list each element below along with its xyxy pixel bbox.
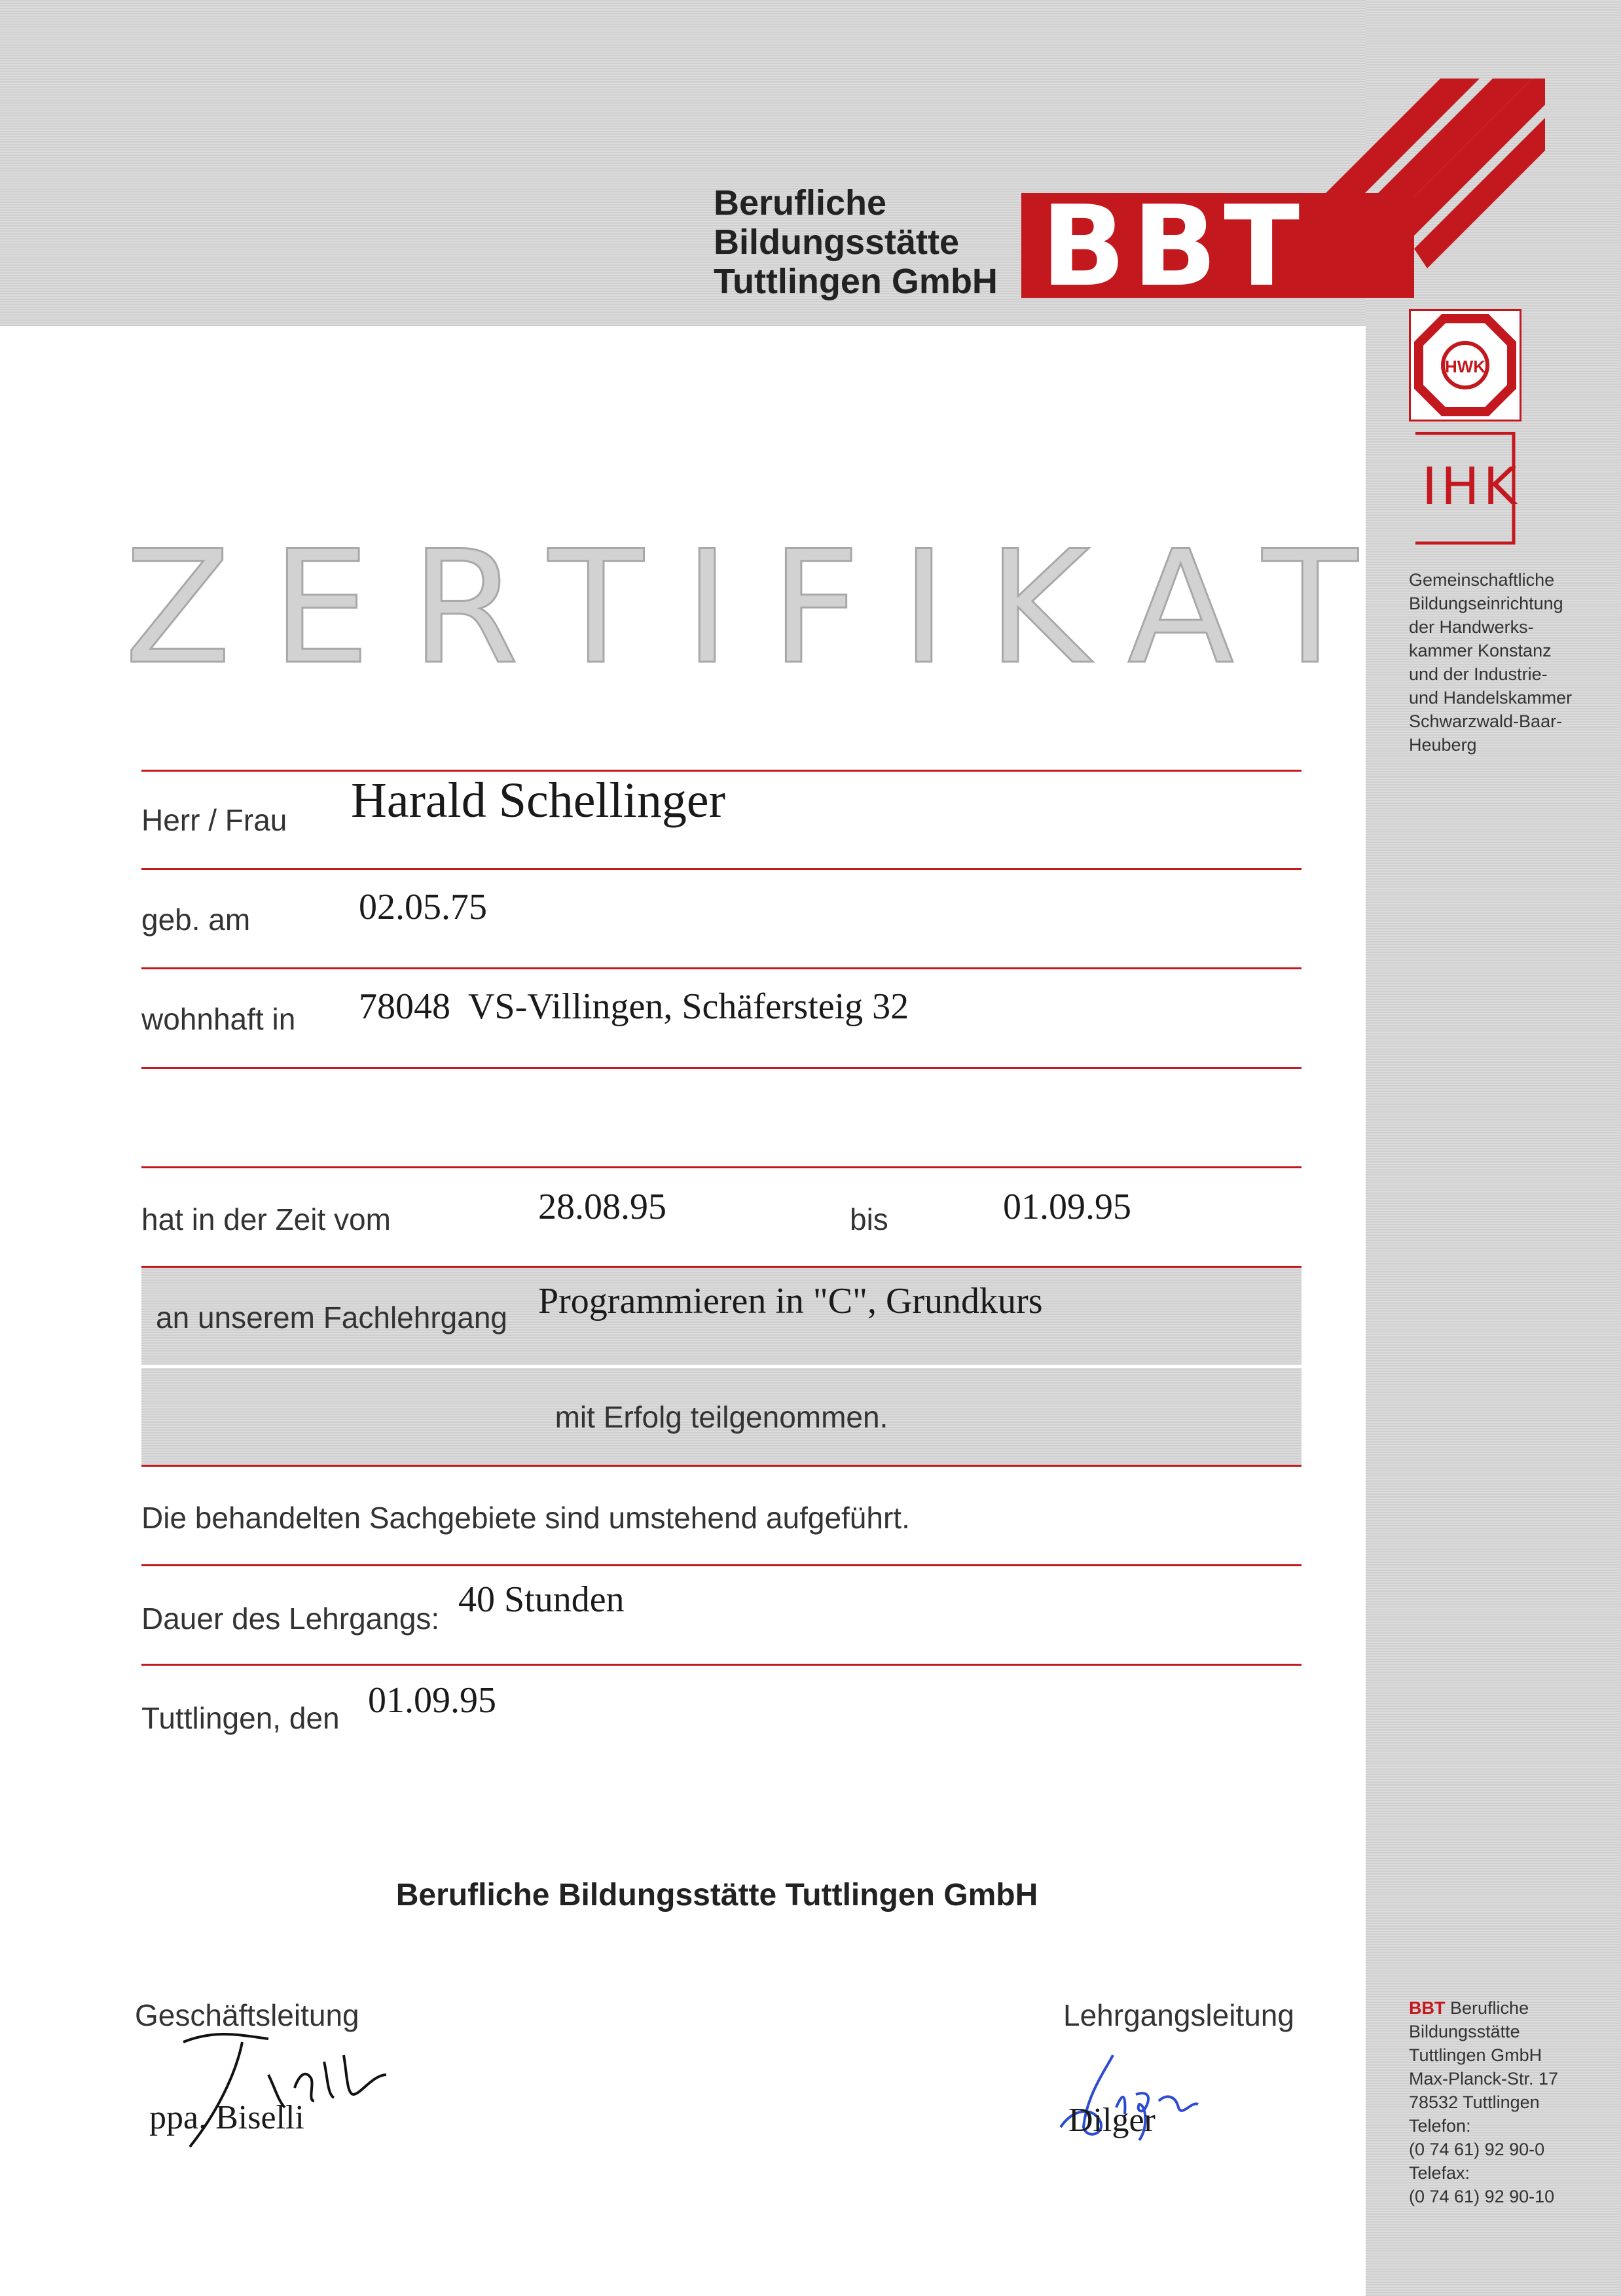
success-text: mit Erfolg teilgenommen. — [555, 1400, 888, 1434]
note-line: der Handwerks- — [1409, 617, 1534, 637]
residence: 78048 VS-Villingen, Schäfersteig 32 — [359, 986, 909, 1027]
note-line: und Handelskammer — [1409, 688, 1573, 708]
address-line: Berufliche — [1450, 1998, 1529, 2018]
certificate-title: ZERTIFIKAT — [124, 518, 1398, 699]
note-line: Schwarzwald-Baar- — [1409, 711, 1563, 731]
place-date: 01.09.95 — [368, 1680, 496, 1721]
address-line: Telefax: — [1409, 2163, 1470, 2183]
address-line: (0 74 61) 92 90-0 — [1409, 2140, 1545, 2159]
right-signatory-name: Dilger — [1068, 2102, 1156, 2139]
address-line: (0 74 61) 92 90-10 — [1409, 2187, 1555, 2206]
sidebar-note: Gemeinschaftliche Bildungseinrichtung de… — [1409, 568, 1605, 757]
note-line: Heuberg — [1409, 735, 1477, 755]
hwk-logo-text: HWK — [1445, 357, 1485, 376]
duration: 40 Stunden — [458, 1579, 625, 1620]
place-label: Tuttlingen, den — [141, 1701, 340, 1735]
period-to: 01.09.95 — [1003, 1187, 1131, 1227]
birth-date: 02.05.75 — [359, 887, 487, 927]
org-name-line-1: Berufliche — [714, 183, 887, 223]
note-line: Gemeinschaftliche — [1409, 570, 1555, 590]
org-name: Berufliche Bildungsstätte Tuttlingen Gmb… — [714, 183, 998, 301]
ihk-logo: IHK — [1409, 431, 1521, 545]
org-name-line-2: Bildungsstätte — [714, 223, 960, 262]
address-line: Telefon: — [1409, 2116, 1471, 2136]
divider — [141, 868, 1302, 870]
org-name-line-3: Tuttlingen GmbH — [714, 262, 998, 301]
name-label: Herr / Frau — [141, 803, 287, 837]
hwk-logo: HWK — [1409, 309, 1521, 422]
left-signatory-name: ppa. Biselli — [149, 2099, 304, 2136]
address-line: 78532 Tuttlingen — [1409, 2092, 1540, 2112]
note-line: Bildungseinrichtung — [1409, 594, 1563, 613]
divider — [141, 1664, 1302, 1666]
address-line: Max-Planck-Str. 17 — [1409, 2069, 1559, 2089]
right-signatory-role: Lehrgangsleitung — [1063, 1998, 1294, 2032]
course-name: Programmieren in "C", Grundkurs — [538, 1281, 1043, 1321]
address-brand: BBT — [1409, 1998, 1446, 2018]
duration-label: Dauer des Lehrgangs: — [141, 1602, 440, 1636]
period-from: 28.08.95 — [538, 1187, 666, 1227]
divider — [141, 1564, 1302, 1566]
footer-org: Berufliche Bildungsstätte Tuttlingen Gmb… — [395, 1878, 1038, 1912]
residence-label: wohnhaft in — [141, 1002, 296, 1036]
period-label: hat in der Zeit vom — [141, 1202, 391, 1236]
address-line: Bildungsstätte — [1409, 2022, 1520, 2041]
ihk-logo-text: IHK — [1422, 457, 1521, 516]
topics-note: Die behandelten Sachgebiete sind umstehe… — [141, 1501, 910, 1535]
divider — [141, 967, 1302, 969]
note-line: und der Industrie- — [1409, 664, 1548, 684]
birth-label: geb. am — [141, 903, 251, 937]
divider — [141, 1067, 1302, 1069]
note-line: kammer Konstanz — [1409, 641, 1552, 660]
bbt-logo-text: BBT — [1041, 182, 1306, 308]
sidebar-address: BBT Berufliche Bildungsstätte Tuttlingen… — [1409, 1996, 1605, 2208]
divider — [141, 1465, 1302, 1467]
period-to-label: bis — [850, 1202, 888, 1236]
address-line: Tuttlingen GmbH — [1409, 2045, 1542, 2065]
holder-name: Harald Schellinger — [351, 773, 725, 828]
course-label: an unserem Fachlehrgang — [156, 1300, 507, 1335]
bbt-logo: BBT — [1021, 79, 1545, 308]
divider — [141, 1166, 1302, 1168]
divider — [141, 770, 1302, 772]
